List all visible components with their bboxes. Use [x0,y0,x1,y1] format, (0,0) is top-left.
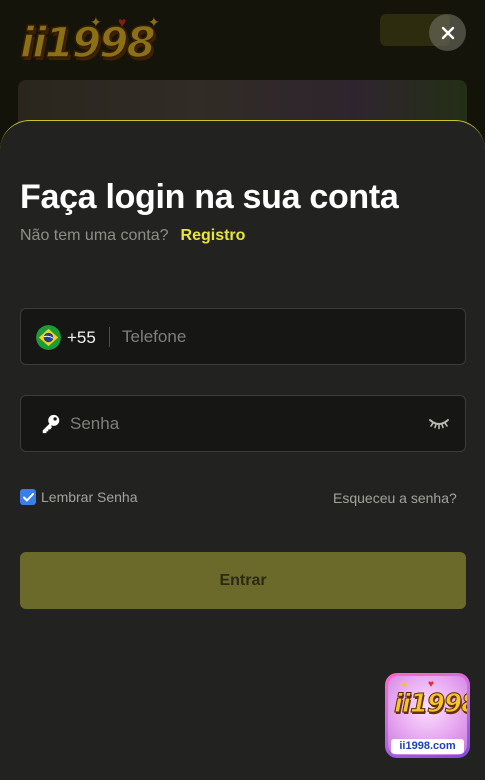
no-account-text: Não tem uma conta? [20,227,169,244]
eye-closed-icon[interactable] [428,415,450,431]
app-badge-image: ✦ ♥ ii1998 ii1998.com [388,676,467,755]
register-prompt: Não tem uma conta? Registro [20,227,245,245]
page-title: Faça login na sua conta [20,178,399,216]
app-badge-logo: ii1998 [393,689,467,719]
remember-label: Lembrar Senha [41,489,138,505]
app-download-badge[interactable]: ✦ ♥ ii1998 ii1998.com [385,673,470,758]
brazil-flag-icon[interactable] [36,325,61,350]
key-icon [42,414,60,434]
country-code[interactable]: +55 [67,328,96,348]
phone-input[interactable] [122,309,452,364]
field-divider [109,327,110,347]
register-link[interactable]: Registro [181,227,246,244]
checkmark-icon [22,492,34,501]
close-button[interactable] [429,14,466,51]
password-input[interactable] [70,396,410,451]
phone-field: +55 [20,308,466,365]
login-submit-button[interactable]: Entrar [20,552,466,609]
forgot-password-link[interactable]: Esqueceu a senha? [333,490,457,506]
remember-checkbox[interactable] [20,489,36,505]
close-icon [441,26,454,39]
remember-password[interactable]: Lembrar Senha [20,489,138,505]
password-field [20,395,466,452]
app-badge-domain: ii1998.com [391,739,464,754]
